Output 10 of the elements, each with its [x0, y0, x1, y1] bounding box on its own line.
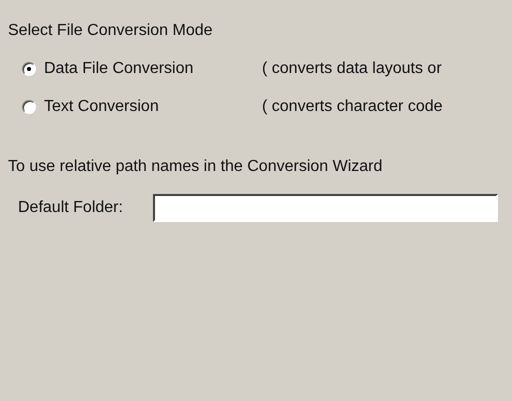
- help-text: To use relative path names in the Conversion Wizard: [8, 158, 382, 176]
- group-heading: Select File Conversion Mode: [8, 22, 213, 40]
- radio-option[interactable]: Text Conversion: [22, 98, 262, 116]
- radio-icon[interactable]: [22, 62, 36, 76]
- folder-input-field[interactable]: [152, 194, 498, 222]
- mode-description: ( converts data layouts or: [262, 60, 443, 78]
- field-label: Default Folder:: [18, 199, 123, 217]
- radio-option[interactable]: Data File Conversion: [22, 60, 262, 78]
- mode-description: ( converts character code: [262, 98, 444, 116]
- radio-icon[interactable]: [22, 100, 36, 114]
